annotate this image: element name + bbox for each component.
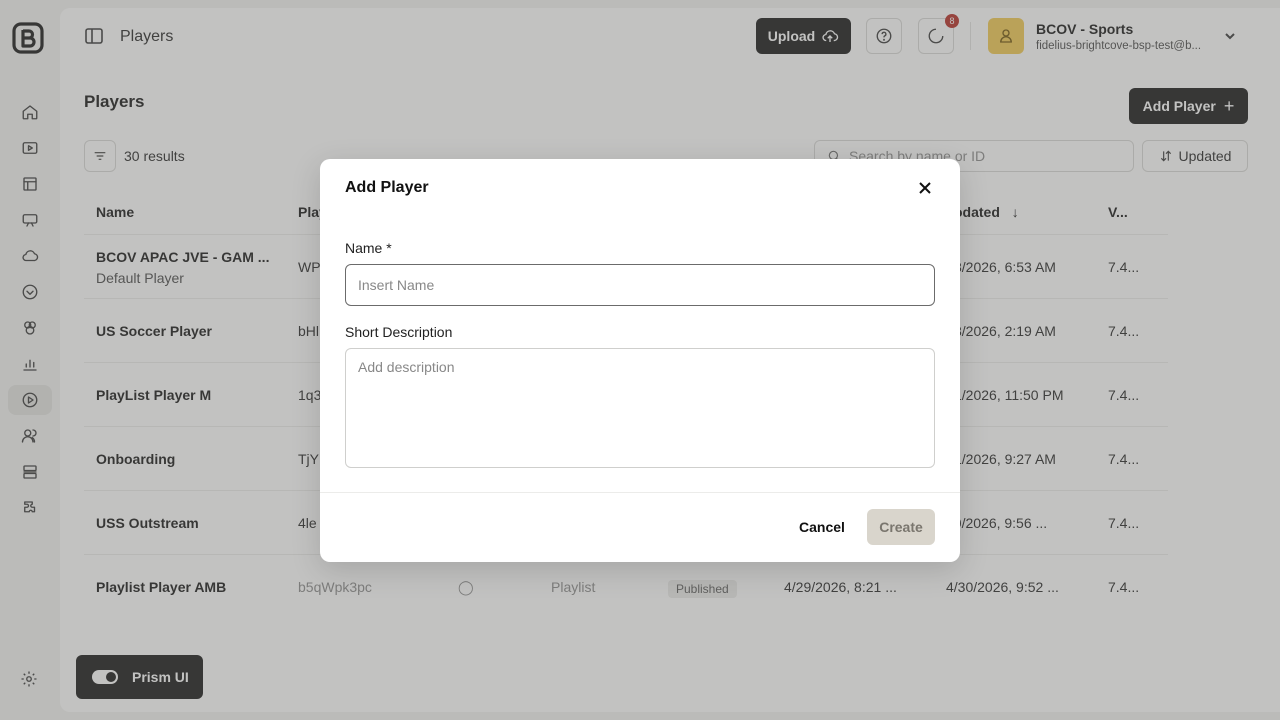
- name-field[interactable]: [345, 264, 935, 306]
- create-button[interactable]: Create: [867, 509, 935, 545]
- name-label: Name *: [345, 240, 392, 256]
- description-label: Short Description: [345, 324, 453, 340]
- description-field[interactable]: [345, 348, 935, 468]
- dialog-footer-divider: [320, 492, 960, 493]
- cancel-button[interactable]: Cancel: [790, 509, 854, 545]
- add-player-dialog: Add Player Name * Short Description Canc…: [320, 159, 960, 562]
- dialog-title: Add Player: [345, 179, 429, 196]
- close-icon[interactable]: [916, 179, 934, 197]
